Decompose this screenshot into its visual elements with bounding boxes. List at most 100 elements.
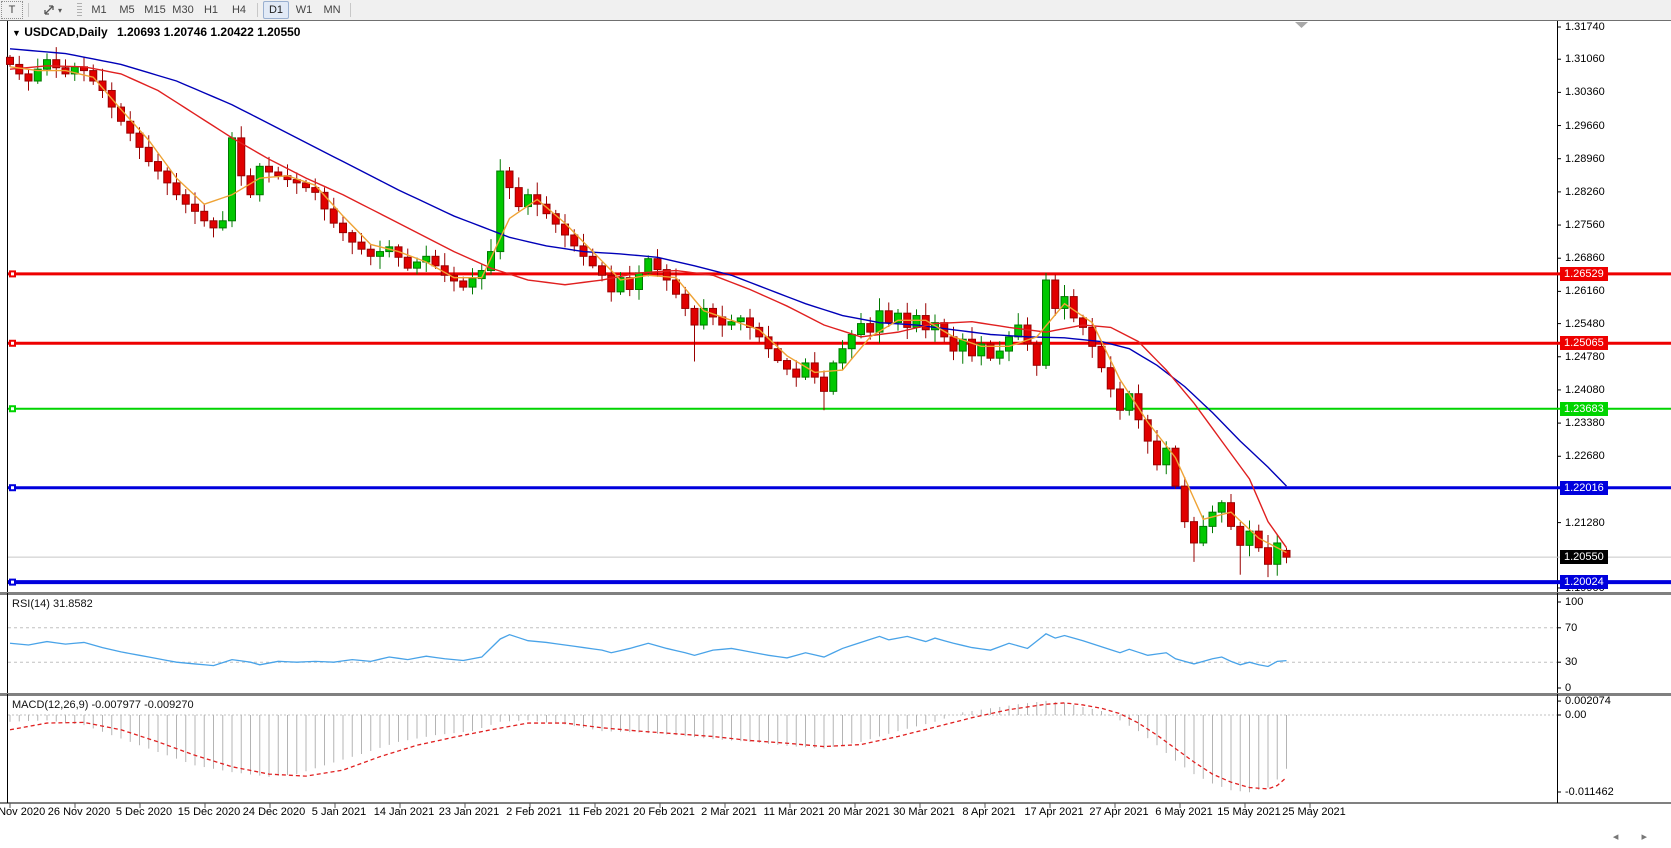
rsi-tick-label: 70 — [1565, 621, 1578, 634]
candle-body — [376, 251, 384, 257]
candle-body — [505, 170, 514, 189]
tab-scroll-right-icon[interactable]: ▸ — [1641, 831, 1657, 843]
chart-canvas[interactable] — [0, 0, 1671, 848]
candle-body — [1051, 279, 1060, 309]
candle-body — [727, 321, 736, 326]
hline-handle-center — [11, 580, 14, 584]
price-tick-label: 1.31740 — [1565, 21, 1605, 33]
candle-body — [875, 310, 884, 333]
date-label: 2 Mar 2021 — [701, 806, 757, 818]
candle-body — [348, 232, 357, 243]
price-tick-label: 1.30360 — [1565, 86, 1605, 99]
date-label: 26 Nov 2020 — [47, 806, 111, 818]
macd-tick-label: 0.002074 — [1565, 695, 1611, 708]
date-label: 23 Jan 2021 — [438, 806, 500, 818]
date-label: 5 Dec 2020 — [115, 806, 173, 818]
candle-body — [6, 56, 14, 65]
candle-body — [339, 222, 347, 234]
candle-body — [829, 362, 838, 392]
tab-scroll-left-icon[interactable]: ◂ — [1613, 831, 1629, 843]
price-tick-label: 1.21280 — [1565, 516, 1605, 529]
candle-body — [200, 210, 209, 222]
price-tick-label: 1.27560 — [1565, 219, 1605, 232]
macd-label: MACD(12,26,9) -0.007977 -0.009270 — [12, 699, 194, 711]
rsi-tick-label: 0 — [1565, 682, 1572, 694]
candle-body — [838, 348, 847, 364]
candle-body — [1088, 326, 1097, 347]
price-badge-1.22016: 1.22016 — [1560, 480, 1608, 495]
candle-body — [1199, 525, 1208, 544]
chart-ohlc-values: 1.20693 1.20746 1.20422 1.20550 — [116, 25, 301, 39]
candle-body — [598, 265, 606, 276]
date-label: 2 Feb 2021 — [506, 806, 562, 818]
rsi-tick-label: 30 — [1565, 656, 1578, 669]
price-tick-label: 1.31060 — [1565, 53, 1605, 66]
candle-body — [1153, 440, 1161, 466]
candle-body — [228, 137, 236, 222]
candle-body — [570, 234, 579, 247]
candle-body — [681, 293, 690, 309]
candle-body — [857, 323, 865, 335]
candle-body — [403, 256, 412, 269]
price-tick-label: 1.23380 — [1565, 417, 1605, 430]
date-label: 17 Apr 2021 — [1024, 806, 1084, 818]
price-tick-label: 1.25480 — [1565, 317, 1605, 330]
date-label: 17 Nov 2020 — [0, 806, 46, 818]
date-label: 30 Mar 2021 — [893, 806, 955, 818]
candle-body — [218, 220, 227, 229]
price-badge-1.26529: 1.26529 — [1560, 266, 1608, 281]
candle-body — [274, 171, 283, 177]
candle-body — [1162, 447, 1171, 466]
candle-body — [163, 170, 172, 184]
candle-body — [653, 258, 662, 271]
candle-body — [181, 194, 190, 205]
candle-body — [690, 307, 699, 326]
tab-scroll-arrows: ◂ ▸ — [1613, 830, 1657, 843]
candle-body — [1180, 485, 1189, 523]
candle-body — [644, 258, 653, 274]
candle-body — [1217, 502, 1226, 513]
candle-body — [191, 203, 199, 212]
candle-body — [1208, 511, 1217, 527]
date-label: 27 Apr 2021 — [1089, 806, 1149, 818]
candle-body — [736, 317, 745, 323]
candle-body — [1264, 547, 1272, 565]
candle-body — [431, 255, 440, 267]
candle-body — [1236, 525, 1245, 546]
candle-body — [413, 261, 421, 269]
date-label: 15 Dec 2020 — [177, 806, 241, 818]
price-tick-label: 1.24080 — [1565, 383, 1605, 396]
candle-body — [792, 368, 801, 378]
candle-body — [366, 248, 375, 257]
macd-tick-label: 0.00 — [1565, 709, 1587, 721]
chart-symbol-period: USDCAD,Daily — [24, 25, 108, 39]
date-label: 14 Jan 2021 — [373, 806, 435, 818]
candle-body — [847, 333, 856, 350]
candle-body — [773, 348, 782, 362]
hline-handle-center — [11, 486, 14, 490]
price-tick-label: 1.22680 — [1565, 450, 1605, 463]
candle-body — [783, 360, 791, 370]
candle-body — [329, 208, 338, 224]
candle-body — [588, 255, 597, 267]
candle-body — [1097, 345, 1106, 369]
candle-body — [172, 182, 181, 196]
candle-body — [357, 241, 366, 250]
candle-body — [995, 350, 1004, 359]
candle-body — [866, 323, 875, 333]
price-tick-label: 1.28960 — [1565, 152, 1605, 165]
candle-body — [209, 220, 218, 229]
price-badge-1.25065: 1.25065 — [1560, 336, 1608, 351]
expand-arrow-icon[interactable]: ▼ — [12, 28, 21, 38]
date-label: 25 May 2021 — [1282, 806, 1346, 818]
candle-body — [43, 59, 51, 70]
date-label: 5 Jan 2021 — [311, 806, 367, 818]
candle-body — [255, 165, 264, 196]
candle-body — [1014, 324, 1023, 338]
candle-body — [820, 376, 828, 392]
price-badge-1.20024: 1.20024 — [1560, 575, 1608, 590]
candle-body — [1245, 530, 1254, 546]
price-badge-1.23683: 1.23683 — [1560, 401, 1608, 416]
candle-body — [265, 165, 273, 173]
candle-body — [949, 336, 958, 352]
